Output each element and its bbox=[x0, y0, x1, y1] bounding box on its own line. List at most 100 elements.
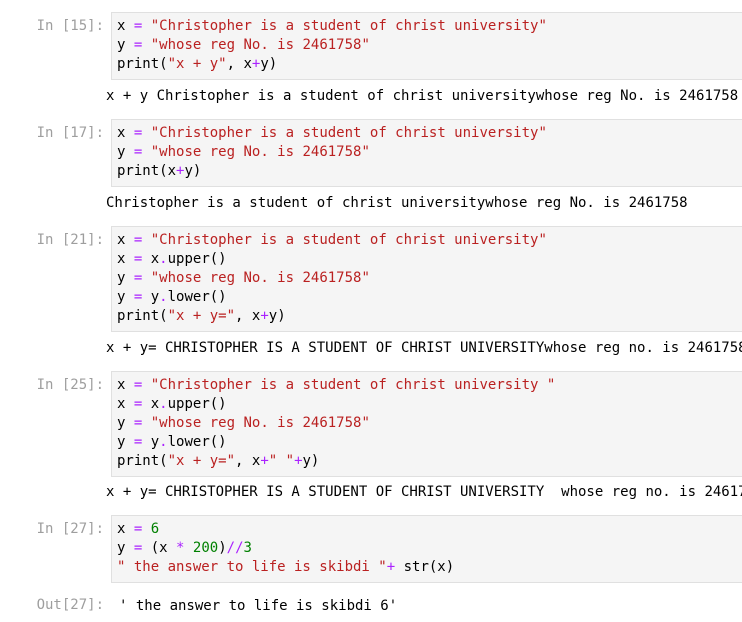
code-line: print(x+y) bbox=[117, 162, 737, 181]
code-input-area[interactable]: x = "Christopher is a student of christ … bbox=[111, 119, 742, 187]
code-line: y = (x * 200)//3 bbox=[117, 539, 737, 558]
code-token: . bbox=[159, 434, 168, 450]
code-token: ) bbox=[218, 540, 227, 556]
code-token: "Christopher is a student of christ univ… bbox=[150, 377, 556, 393]
code-line: x = "Christopher is a student of christ … bbox=[117, 376, 737, 395]
code-token: . bbox=[159, 251, 168, 267]
cell-output: x + y Christopher is a student of christ… bbox=[106, 88, 739, 104]
code-line: y = y.lower() bbox=[117, 433, 737, 452]
input-prompt: In [25]: bbox=[36, 377, 104, 393]
code-token: "whose reg No. is 2461758" bbox=[150, 144, 370, 160]
code-token: print bbox=[117, 163, 160, 179]
code-line: x = "Christopher is a student of christ … bbox=[117, 231, 737, 250]
code-input-area[interactable]: x = "Christopher is a student of christ … bbox=[111, 371, 742, 477]
code-token: y) bbox=[268, 308, 286, 324]
code-line: print("x + y", x+y) bbox=[117, 55, 737, 74]
code-token: "x + y=" bbox=[167, 453, 236, 469]
code-input-area[interactable]: x = "Christopher is a student of christ … bbox=[111, 226, 742, 332]
code-lines: x = "Christopher is a student of christ … bbox=[117, 376, 737, 471]
code-token: upper() bbox=[167, 251, 227, 267]
code-token: , x bbox=[226, 56, 252, 72]
code-line: y = "whose reg No. is 2461758" bbox=[117, 414, 737, 433]
code-lines: x = "Christopher is a student of christ … bbox=[117, 17, 737, 74]
code-line: y = y.lower() bbox=[117, 288, 737, 307]
code-token: 3 bbox=[243, 540, 252, 556]
code-input-area[interactable]: x = "Christopher is a student of christ … bbox=[111, 12, 742, 80]
code-token: ( bbox=[159, 453, 168, 469]
code-line: print("x + y=", x+" "+y) bbox=[117, 452, 737, 471]
input-prompt: In [27]: bbox=[36, 521, 104, 537]
code-token: + bbox=[386, 559, 396, 575]
code-token: lower() bbox=[167, 434, 227, 450]
code-token: str(x) bbox=[395, 559, 455, 575]
code-token: , x bbox=[235, 453, 261, 469]
code-token: "Christopher is a student of christ univ… bbox=[150, 18, 547, 34]
code-token: print bbox=[117, 308, 160, 324]
code-line: y = "whose reg No. is 2461758" bbox=[117, 36, 737, 55]
code-token: y bbox=[142, 434, 160, 450]
input-prompt: In [17]: bbox=[36, 125, 104, 141]
cell-output: ' the answer to life is skibdi 6' bbox=[119, 598, 398, 614]
code-token: y) bbox=[302, 453, 320, 469]
code-token: // bbox=[226, 540, 244, 556]
cell-output: Christopher is a student of christ unive… bbox=[106, 195, 688, 211]
cell-output: x + y= CHRISTOPHER IS A STUDENT OF CHRIS… bbox=[106, 340, 742, 356]
code-line: y = "whose reg No. is 2461758" bbox=[117, 269, 737, 288]
code-token: "x + y=" bbox=[167, 308, 236, 324]
code-token: + bbox=[260, 453, 269, 469]
code-line: y = "whose reg No. is 2461758" bbox=[117, 143, 737, 162]
code-line: x = x.upper() bbox=[117, 395, 737, 414]
code-token: y) bbox=[184, 163, 202, 179]
code-token: " the answer to life is skibdi " bbox=[117, 559, 387, 575]
code-token: x bbox=[142, 396, 160, 412]
code-line: print("x + y=", x+y) bbox=[117, 307, 737, 326]
code-token: y bbox=[142, 289, 160, 305]
code-token: "whose reg No. is 2461758" bbox=[150, 270, 370, 286]
code-token: ( bbox=[159, 308, 168, 324]
code-lines: x = "Christopher is a student of christ … bbox=[117, 124, 737, 181]
code-token: "whose reg No. is 2461758" bbox=[150, 415, 370, 431]
code-token: ( bbox=[159, 56, 168, 72]
code-line: " the answer to life is skibdi "+ str(x) bbox=[117, 558, 737, 577]
code-token: , x bbox=[235, 308, 261, 324]
code-token: " " bbox=[268, 453, 295, 469]
input-prompt: In [15]: bbox=[36, 18, 104, 34]
code-token: "x + y" bbox=[167, 56, 227, 72]
code-token: 200 bbox=[192, 540, 219, 556]
code-token: . bbox=[159, 289, 168, 305]
code-token: "Christopher is a student of christ univ… bbox=[150, 125, 547, 141]
cell-output: x + y= CHRISTOPHER IS A STUDENT OF CHRIS… bbox=[106, 484, 742, 500]
code-lines: x = "Christopher is a student of christ … bbox=[117, 231, 737, 326]
code-token: y) bbox=[260, 56, 278, 72]
code-token: + bbox=[294, 453, 303, 469]
output-prompt: Out[27]: bbox=[36, 597, 104, 613]
code-token: "whose reg No. is 2461758" bbox=[150, 37, 370, 53]
input-prompt: In [21]: bbox=[36, 232, 104, 248]
code-input-area[interactable]: x = 6y = (x * 200)//3 " the answer to lif… bbox=[111, 515, 742, 583]
code-token: print bbox=[117, 56, 160, 72]
code-token: upper() bbox=[167, 396, 227, 412]
code-token: (x bbox=[142, 540, 177, 556]
code-line: x = "Christopher is a student of christ … bbox=[117, 124, 737, 143]
